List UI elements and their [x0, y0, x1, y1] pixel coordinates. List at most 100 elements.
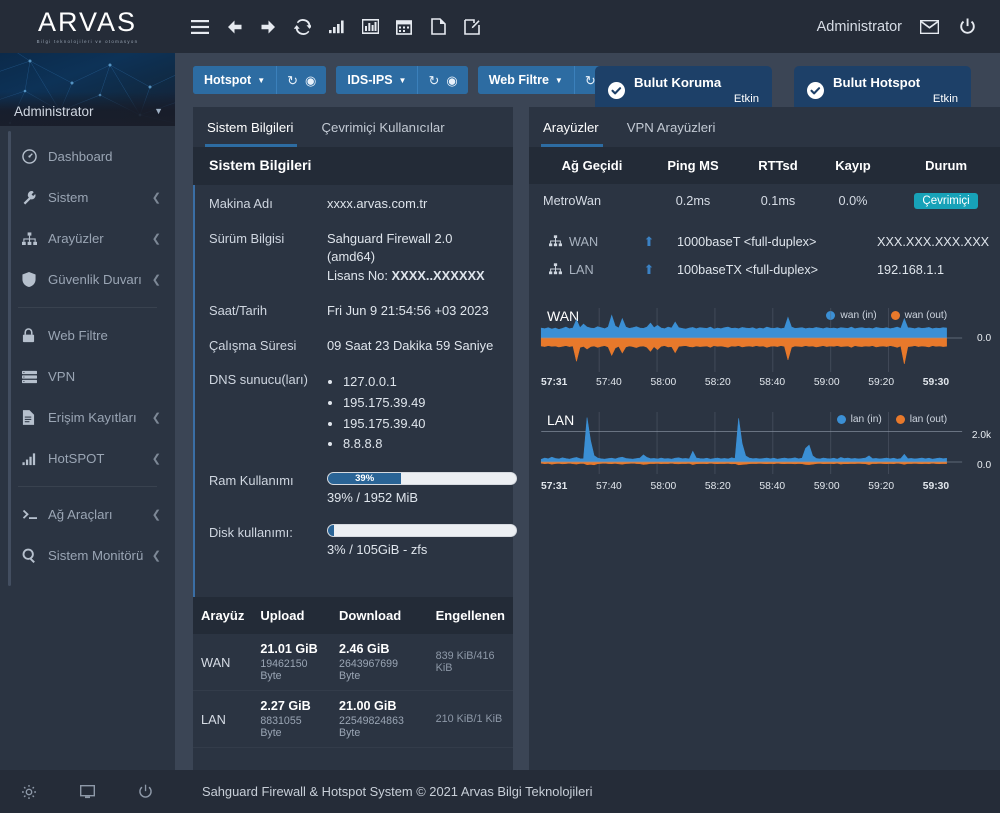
service-hotspot-actions: ↻ ◉ [277, 66, 327, 94]
ram-progress-fill: 39% [328, 472, 402, 485]
interface-media: 100baseTX <full-duplex> [677, 263, 819, 277]
chevron-left-icon: ❮ [151, 550, 161, 562]
mail-icon[interactable] [918, 16, 940, 38]
sidebar-item-hotspot[interactable]: HotSPOT ❮ [0, 438, 175, 479]
info-value: 127.0.0.1 195.175.39.49 195.175.39.40 8.… [327, 371, 425, 456]
sidebar-user[interactable]: Administrator ▼ [0, 96, 175, 126]
cloud-status: Etkin [733, 92, 759, 105]
chevron-left-icon: ❮ [151, 453, 161, 465]
lan-traffic-chart: LAN lan (in) lan (out) 2.0k 0.0 57:31 57… [539, 410, 993, 492]
sidebar-item-label: Güvenlik Duvarı [48, 272, 142, 287]
menu-icon[interactable] [183, 10, 217, 44]
cloud-hotspot-text: Bulut Hotspot Etkin [833, 75, 958, 106]
traffic-iface: LAN [193, 690, 253, 749]
sidebar-item-dashboard[interactable]: Dashboard [0, 136, 175, 177]
gateway-ping: 0.2ms [675, 194, 711, 208]
brand-logo[interactable]: ARVAS Bilgi teknolojileri ve otomasyon [0, 7, 175, 45]
service-hotspot-dropdown[interactable]: Hotspot ▼ [193, 66, 278, 94]
sidebar-item-guvenlik-duvari[interactable]: Güvenlik Duvarı ❮ [0, 259, 175, 300]
service-ids-ips-dropdown[interactable]: IDS-IPS ▼ [336, 66, 419, 94]
sidebar-item-sistem-monitoru[interactable]: Sistem Monitörü ❮ [0, 535, 175, 576]
x-tick: 59:30 [922, 377, 950, 388]
chevron-down-icon: ▼ [154, 106, 163, 116]
cloud-status: Etkin [932, 92, 958, 105]
x-tick: 59:30 [922, 481, 950, 492]
tab-arayuzler[interactable]: Arayüzler [541, 107, 613, 147]
service-hotspot[interactable]: Hotspot ▼ ↻ ◉ [193, 66, 327, 94]
service-web-filtre-dropdown[interactable]: Web Filtre ▼ [477, 66, 575, 94]
power-icon[interactable] [956, 16, 978, 38]
ram-progress-label: 39% [355, 472, 375, 484]
wan-plot-area: 0.0 [539, 306, 993, 374]
info-row-makina-adi: Makina Adı xxxx.arvas.com.tr [195, 187, 513, 222]
document-icon[interactable] [421, 10, 455, 44]
download-value: 21.00 GiB [339, 699, 397, 714]
power-circle-icon[interactable]: ◉ [305, 74, 316, 87]
back-arrow-icon[interactable] [217, 10, 251, 44]
sidebar-item-label: Ağ Araçları [48, 507, 113, 522]
license-value: XXXX..XXXXXX [391, 268, 485, 284]
shield-icon [22, 272, 46, 287]
x-tick: 57:40 [596, 377, 622, 388]
chevron-left-icon: ❮ [151, 509, 161, 521]
monitor-icon[interactable] [58, 784, 116, 799]
info-key: Makina Adı [209, 196, 273, 211]
signal-bars-icon[interactable] [319, 10, 353, 44]
refresh-icon[interactable] [285, 10, 319, 44]
main-content: Hotspot ▼ ↻ ◉ IDS-IPS ▼ ↻ ◉ Web Filtre ▼… [175, 53, 1000, 813]
sidebar-item-arayuzler[interactable]: Arayüzler ❮ [0, 218, 175, 259]
info-value: Sahguard Firewall 2.0 (amd64) Lisans No:… [327, 230, 501, 286]
check-circle-icon [608, 82, 625, 99]
interface-ip: XXX.XXX.XXX.XXX [877, 235, 990, 249]
gear-icon[interactable] [0, 784, 58, 800]
traffic-blocked: 839 KiB/416 KiB [427, 634, 513, 692]
chevron-down-icon: ▼ [554, 75, 563, 85]
forward-arrow-icon[interactable] [251, 10, 285, 44]
interface-name-wrap: WAN [549, 234, 621, 250]
service-label: Web Filtre [488, 73, 549, 87]
sidebar-item-sistem[interactable]: Sistem ❮ [0, 177, 175, 218]
logo-text: ARVAS [37, 7, 138, 37]
lan-chart-svg [540, 412, 963, 474]
sidebar-item-ag-araclari[interactable]: Ağ Araçları ❮ [0, 494, 175, 535]
cloud-title: Bulut Koruma [634, 75, 722, 91]
gateway-name: MetroWan [543, 194, 602, 208]
refresh-icon[interactable]: ↻ [428, 74, 439, 87]
right-panel-filler [529, 494, 1000, 644]
sidebar-item-erisim-kayitlari[interactable]: Erişim Kayıtları ❮ [0, 397, 175, 438]
dns-server-list: 127.0.0.1 195.175.39.49 195.175.39.40 8.… [343, 373, 425, 454]
app-root: ARVAS Bilgi teknolojileri ve otomasyon A… [0, 0, 1000, 813]
info-row-saat-tarih: Saat/Tarih Fri Jun 9 21:54:56 +03 2023 [195, 294, 513, 329]
sidebar-item-vpn[interactable]: VPN [0, 356, 175, 397]
interface-media: 1000baseT <full-duplex> [677, 235, 817, 249]
file-lines-icon [22, 410, 46, 425]
tab-vpn-arayuzleri[interactable]: VPN Arayüzleri [627, 107, 730, 147]
x-tick: 59:00 [813, 481, 840, 492]
col-durum: Durum [889, 147, 1000, 184]
edit-icon[interactable] [455, 10, 489, 44]
sidebar-item-label: Arayüzler [48, 231, 104, 246]
footer-sidebar-strip [0, 770, 175, 813]
gateway-header-row: Ağ Geçidi Ping MS RTTsd Kayıp Durum [529, 147, 1000, 184]
chevron-left-icon: ❮ [151, 274, 161, 286]
tab-cevrimici-kullanicilar[interactable]: Çevrimiçi Kullanıcılar [321, 107, 458, 147]
power-circle-icon[interactable]: ◉ [446, 74, 457, 87]
cloud-title: Bulut Hotspot [833, 75, 921, 91]
dns-item: 8.8.8.8 [343, 435, 425, 454]
calendar-icon[interactable] [387, 10, 421, 44]
check-circle-icon [807, 82, 824, 99]
interfaces-panel: Arayüzler VPN Arayüzleri Ağ Geçidi Ping … [529, 107, 1000, 813]
sidebar-item-label: VPN [48, 369, 76, 384]
bar-chart-icon[interactable] [353, 10, 387, 44]
interface-row-wan: WAN ⬆ 1000baseT <full-duplex> XXX.XXX.XX… [543, 228, 995, 256]
tab-sistem-bilgileri[interactable]: Sistem Bilgileri [204, 107, 307, 147]
traffic-download: 21.00 GiB 22549824863 Byte [331, 690, 428, 749]
sidebar-divider [18, 307, 157, 308]
refresh-icon[interactable]: ↻ [287, 74, 298, 87]
power-icon[interactable] [116, 784, 174, 799]
traffic-upload: 2.27 GiB 8831055 Byte [252, 690, 332, 749]
service-ids-ips[interactable]: IDS-IPS ▼ ↻ ◉ [336, 66, 468, 94]
info-row-surum-bilgisi: Sürüm Bilgisi Sahguard Firewall 2.0 (amd… [195, 222, 513, 294]
sidebar-item-web-filtre[interactable]: Web Filtre [0, 315, 175, 356]
info-key: Ram Kullanımı [209, 473, 294, 489]
